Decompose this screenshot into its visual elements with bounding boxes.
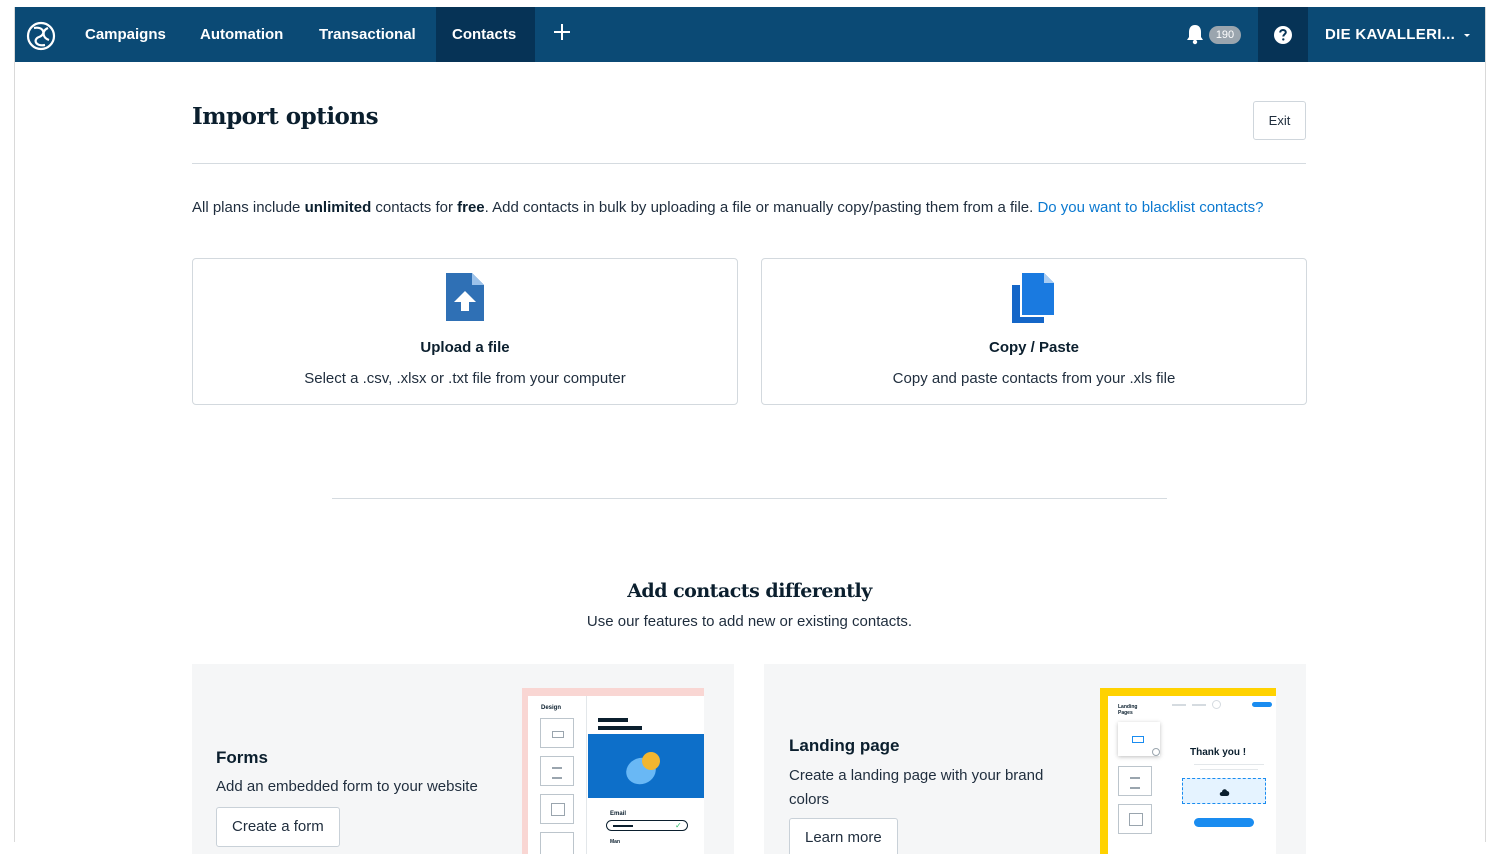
landing-page-preview-image: Landing Pages Thank you ! — [1100, 688, 1276, 854]
card-description: Add an embedded form to your website — [216, 778, 478, 795]
preview-email-field: ✓ — [606, 820, 688, 831]
help-button[interactable] — [1258, 7, 1308, 62]
section-title: Add contacts differently — [627, 580, 872, 602]
top-navigation-bar: Campaigns Automation Transactional Conta… — [15, 7, 1485, 62]
intro-bold-unlimited: unlimited — [304, 199, 372, 216]
preview-heading-bar — [598, 718, 628, 722]
landing-page-card: Landing page Create a landing page with … — [764, 664, 1306, 854]
upload-file-icon — [446, 273, 484, 321]
nav-contacts[interactable]: Contacts — [436, 7, 535, 62]
blacklist-contacts-link[interactable]: Do you want to blacklist contacts? — [1037, 199, 1263, 216]
add-plus-icon[interactable] — [551, 21, 573, 43]
learn-more-button[interactable]: Learn more — [789, 818, 898, 854]
preview-tool-icon — [1118, 766, 1152, 796]
upload-file-option[interactable]: Upload a file Select a .csv, .xlsx or .t… — [192, 258, 738, 405]
option-description: Select a .csv, .xlsx or .txt file from y… — [304, 370, 626, 387]
cloud-upload-icon — [1219, 789, 1230, 796]
option-description: Copy and paste contacts from your .xls f… — [892, 370, 1176, 387]
preview-divider — [586, 696, 587, 854]
preview-cta-button — [1194, 818, 1254, 827]
preview-nav-dot — [1212, 700, 1221, 709]
preview-heading: Thank you ! — [1190, 747, 1247, 758]
section-subtitle: Use our features to add new or existing … — [586, 613, 913, 630]
help-question-icon — [1274, 26, 1292, 44]
exit-button[interactable]: Exit — [1253, 101, 1306, 140]
section-divider — [332, 498, 1167, 499]
chevron-down-icon[interactable] — [1462, 31, 1472, 39]
preview-radio-label: Man — [610, 839, 620, 845]
intro-text-part: contacts for — [371, 199, 458, 216]
create-form-button[interactable]: Create a form — [216, 807, 340, 847]
account-menu[interactable]: DIE KAVALLERI... — [1325, 7, 1455, 62]
option-title: Upload a file — [420, 339, 510, 356]
preview-tool-icon — [540, 718, 574, 748]
preview-nav-line — [1172, 704, 1186, 706]
preview-field-label: Email — [610, 811, 627, 817]
copy-documents-icon — [1012, 273, 1054, 323]
preview-panel: Design Email ✓ Man — [528, 696, 704, 854]
forms-card: Forms Add an embedded form to your websi… — [192, 664, 734, 854]
intro-text: All plans include unlimited contacts for… — [192, 196, 1292, 219]
forms-preview-image: Design Email ✓ Man — [522, 688, 704, 854]
preview-text-line — [1194, 764, 1264, 765]
page-title: Import options — [192, 103, 379, 130]
intro-text-part: . Add contacts in bulk by uploading a fi… — [484, 199, 1038, 216]
preview-tool-icon — [540, 832, 574, 854]
preview-tool-icon — [1118, 722, 1160, 756]
card-description: Create a landing page with your brand co… — [789, 767, 1044, 808]
preview-panel-label: Landing Pages — [1118, 704, 1138, 716]
preview-tool-icon — [540, 756, 574, 786]
preview-hero-image — [588, 734, 704, 798]
bell-icon — [1187, 25, 1203, 45]
preview-text-line — [1200, 769, 1258, 770]
preview-panel: Landing Pages Thank you ! — [1108, 696, 1276, 854]
preview-nav-button — [1252, 702, 1272, 707]
copy-paste-option[interactable]: Copy / Paste Copy and paste contacts fro… — [761, 258, 1307, 405]
preview-panel-label: Design — [541, 705, 562, 711]
preview-upload-zone — [1182, 778, 1266, 804]
notification-count-badge: 190 — [1209, 26, 1241, 44]
intro-text-part: All plans include — [192, 199, 305, 216]
preview-nav-line — [1192, 704, 1206, 706]
preview-tool-icon — [1118, 804, 1152, 834]
divider — [192, 163, 1306, 164]
card-title: Forms — [216, 748, 268, 767]
preview-heading-bar — [598, 726, 642, 730]
intro-bold-free: free — [457, 199, 485, 216]
notifications-button[interactable]: 190 — [1185, 23, 1255, 47]
preview-tool-icon — [540, 794, 574, 824]
sendinblue-logo-icon[interactable] — [25, 20, 57, 52]
card-title: Landing page — [789, 736, 900, 755]
nav-automation[interactable]: Automation — [184, 7, 299, 62]
nav-transactional[interactable]: Transactional — [303, 7, 432, 62]
option-title: Copy / Paste — [988, 339, 1080, 356]
nav-campaigns[interactable]: Campaigns — [69, 7, 182, 62]
